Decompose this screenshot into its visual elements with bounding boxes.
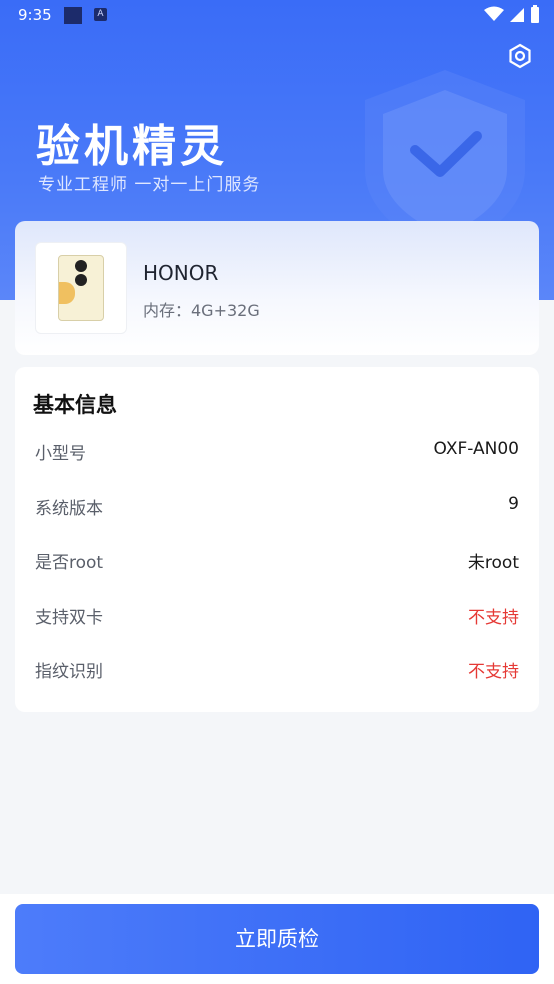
bottom-action-bar: 立即质检 <box>0 894 554 984</box>
info-value: OXF-AN00 <box>433 439 519 459</box>
battery-icon <box>531 5 539 23</box>
start-inspection-button[interactable]: 立即质检 <box>15 904 539 974</box>
device-brand: HONOR <box>143 261 219 285</box>
info-row-model: 小型号 OXF-AN00 <box>35 435 519 465</box>
notification-icon <box>64 7 82 24</box>
basic-info-title: 基本信息 <box>33 393 117 417</box>
info-row-fingerprint: 指纹识别 不支持 <box>35 653 519 683</box>
info-label: 系统版本 <box>35 499 103 519</box>
wifi-icon <box>484 6 504 21</box>
app-notification-icon: A <box>94 8 107 21</box>
info-label: 小型号 <box>35 444 86 464</box>
settings-button[interactable] <box>506 42 534 70</box>
info-row-dual-sim: 支持双卡 不支持 <box>35 599 519 629</box>
info-label: 是否root <box>35 553 104 573</box>
info-value: 9 <box>508 494 519 514</box>
info-label: 指纹识别 <box>35 662 103 682</box>
app-subtitle: 专业工程师 一对一上门服务 <box>38 175 261 195</box>
device-memory: 内存：4G+32G <box>143 301 260 320</box>
status-indicators <box>484 5 540 23</box>
app-title: 验机精灵 <box>36 121 228 172</box>
device-image <box>35 242 127 334</box>
status-bar: 9:35 A <box>0 0 554 32</box>
gear-icon <box>509 43 531 69</box>
info-row-root: 是否root 未root <box>35 544 519 574</box>
signal-icon <box>510 8 524 22</box>
phone-illustration <box>58 255 104 321</box>
basic-info-card: 基本信息 小型号 OXF-AN00 系统版本 9 是否root 未root 支持… <box>15 367 539 712</box>
device-card: HONOR 内存：4G+32G <box>15 221 539 355</box>
info-value: 不支持 <box>468 662 519 682</box>
info-label: 支持双卡 <box>35 608 103 628</box>
status-time: 9:35 <box>18 6 52 24</box>
info-row-system-version: 系统版本 9 <box>35 490 519 520</box>
info-value: 未root <box>467 553 519 573</box>
info-value: 不支持 <box>468 608 519 628</box>
